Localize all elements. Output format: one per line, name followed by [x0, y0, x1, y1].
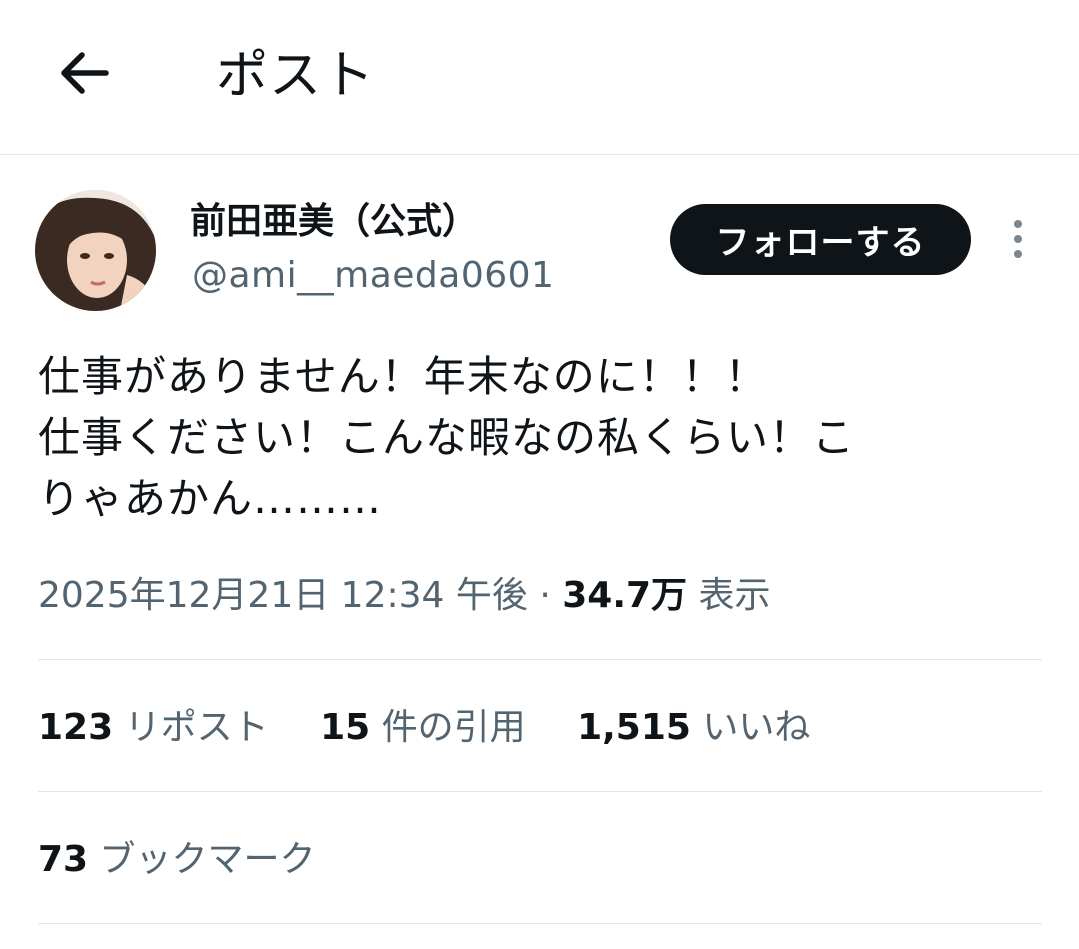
top-bar: ポスト [0, 0, 1079, 155]
author-handle[interactable]: @ami__maeda0601 [192, 252, 554, 300]
reposts-count: 123 [38, 707, 114, 748]
page-title: ポスト [216, 46, 376, 106]
views-label: 表示 [687, 575, 771, 616]
post-text-line: 仕事がありません！年末なのに！！！ [38, 352, 768, 401]
post-text-line: 仕事ください！こんな暇なの私くらい！こ [38, 413, 856, 462]
reposts-stat[interactable]: 123 リポスト [38, 702, 269, 754]
more-vertical-icon [1014, 220, 1022, 228]
meta-separator: · [527, 575, 563, 616]
more-vertical-icon-dot [1014, 235, 1022, 243]
post-text-line: りゃあかん……… [38, 474, 383, 523]
divider [38, 791, 1042, 792]
quotes-label: 件の引用 [370, 707, 526, 748]
follow-button[interactable]: フォローする [670, 204, 971, 275]
post-text: 仕事がありません！年末なのに！！！ 仕事ください！こんな暇なの私くらい！こ りゃ… [38, 346, 1048, 529]
bookmarks-count: 73 [38, 839, 89, 880]
bookmarks-label: ブックマーク [88, 839, 316, 880]
engagement-stats: 123 リポスト 15 件の引用 1,515 いいね [38, 702, 850, 754]
author-display-name[interactable]: 前田亜美（公式） [190, 198, 478, 246]
quotes-stat[interactable]: 15 件の引用 [320, 702, 526, 754]
more-vertical-icon-dot [1014, 250, 1022, 258]
likes-label: いいね [690, 707, 811, 748]
divider [38, 923, 1042, 924]
profile-photo [35, 190, 156, 311]
quotes-count: 15 [320, 707, 371, 748]
avatar[interactable] [35, 190, 156, 311]
reposts-label: リポスト [113, 707, 269, 748]
post-timestamp[interactable]: 2025年12月21日 12:34 午後 [38, 575, 528, 616]
post-meta: 2025年12月21日 12:34 午後 · 34.7万 表示 [38, 570, 771, 622]
likes-count: 1,515 [577, 707, 691, 748]
back-button[interactable] [52, 42, 114, 104]
arrow-left-icon [61, 52, 109, 94]
divider [38, 659, 1042, 660]
bookmarks-stat[interactable]: 73 ブックマーク [38, 834, 356, 886]
likes-stat[interactable]: 1,515 いいね [577, 702, 810, 754]
views-count: 34.7万 [562, 575, 688, 616]
more-options-button[interactable] [1000, 214, 1036, 264]
